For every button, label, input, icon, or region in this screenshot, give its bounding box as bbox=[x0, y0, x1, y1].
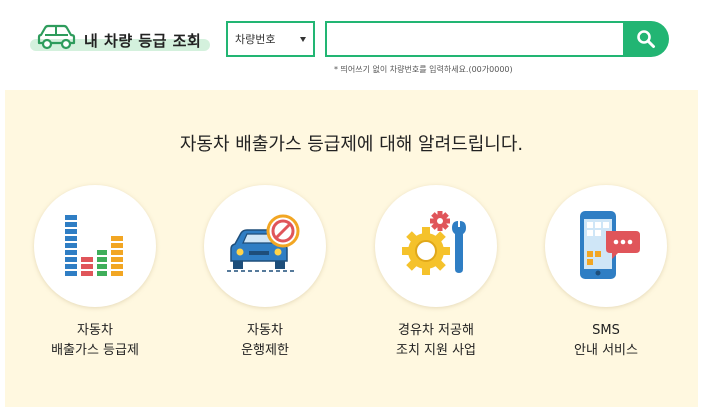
site-logo[interactable]: 내 차량 등급 조회 bbox=[30, 22, 210, 58]
service-label-line1: SMS bbox=[592, 323, 620, 338]
bar-chart-icon bbox=[65, 215, 123, 276]
service-icon-circle bbox=[204, 185, 326, 307]
service-icon-circle bbox=[375, 185, 497, 307]
service-label-line2: 조치 지원 사업 bbox=[395, 343, 477, 358]
service-driving-restriction[interactable]: 자동차 운행제한 bbox=[200, 185, 330, 361]
service-diesel-support[interactable]: 경유차 저공해 조치 지원 사업 bbox=[371, 185, 501, 361]
service-label: SMS 안내 서비스 bbox=[541, 321, 671, 361]
gear-wrench-icon bbox=[402, 211, 466, 275]
service-sms-notice[interactable]: SMS 안내 서비스 bbox=[541, 185, 671, 361]
car-restriction-icon bbox=[227, 214, 300, 272]
search-type-select[interactable]: 차량번호 bbox=[226, 21, 315, 57]
search-button[interactable] bbox=[623, 21, 669, 57]
service-label-line1: 자동차 bbox=[77, 323, 113, 338]
service-label-line1: 자동차 bbox=[247, 323, 283, 338]
dropdown-arrow-icon bbox=[300, 37, 306, 42]
phone-message-icon bbox=[580, 211, 640, 279]
car-logo-icon bbox=[37, 24, 76, 50]
service-label-line2: 운행제한 bbox=[241, 343, 289, 358]
page: 내 차량 등급 조회 차량번호 * 띄어쓰기 없이 차량번호를 입력하세요.(0… bbox=[0, 0, 702, 407]
service-icon-circle bbox=[34, 185, 156, 307]
service-emission-grade[interactable]: 자동차 배출가스 등급제 bbox=[30, 185, 160, 361]
service-label-line1: 경유차 저공해 bbox=[398, 323, 474, 338]
service-label: 자동차 운행제한 bbox=[200, 321, 330, 361]
search-hint: * 띄어쓰기 없이 차량번호를 입력하세요.(00가0000) bbox=[334, 65, 513, 74]
service-label: 경유차 저공해 조치 지원 사업 bbox=[371, 321, 501, 361]
info-panel: 자동차 배출가스 등급제에 대해 알려드립니다. 자동차 배출가스 등급제 자동… bbox=[5, 90, 698, 407]
panel-title: 자동차 배출가스 등급제에 대해 알려드립니다. bbox=[179, 134, 524, 155]
service-label-line2: 배출가스 등급제 bbox=[51, 343, 139, 358]
service-label: 자동차 배출가스 등급제 bbox=[30, 321, 160, 361]
search-type-selected: 차량번호 bbox=[235, 33, 276, 46]
service-icon-circle bbox=[545, 185, 667, 307]
vehicle-number-input[interactable] bbox=[325, 21, 625, 57]
service-label-line2: 안내 서비스 bbox=[574, 343, 638, 358]
logo-text: 내 차량 등급 조회 bbox=[84, 32, 202, 50]
search-icon bbox=[637, 30, 655, 48]
